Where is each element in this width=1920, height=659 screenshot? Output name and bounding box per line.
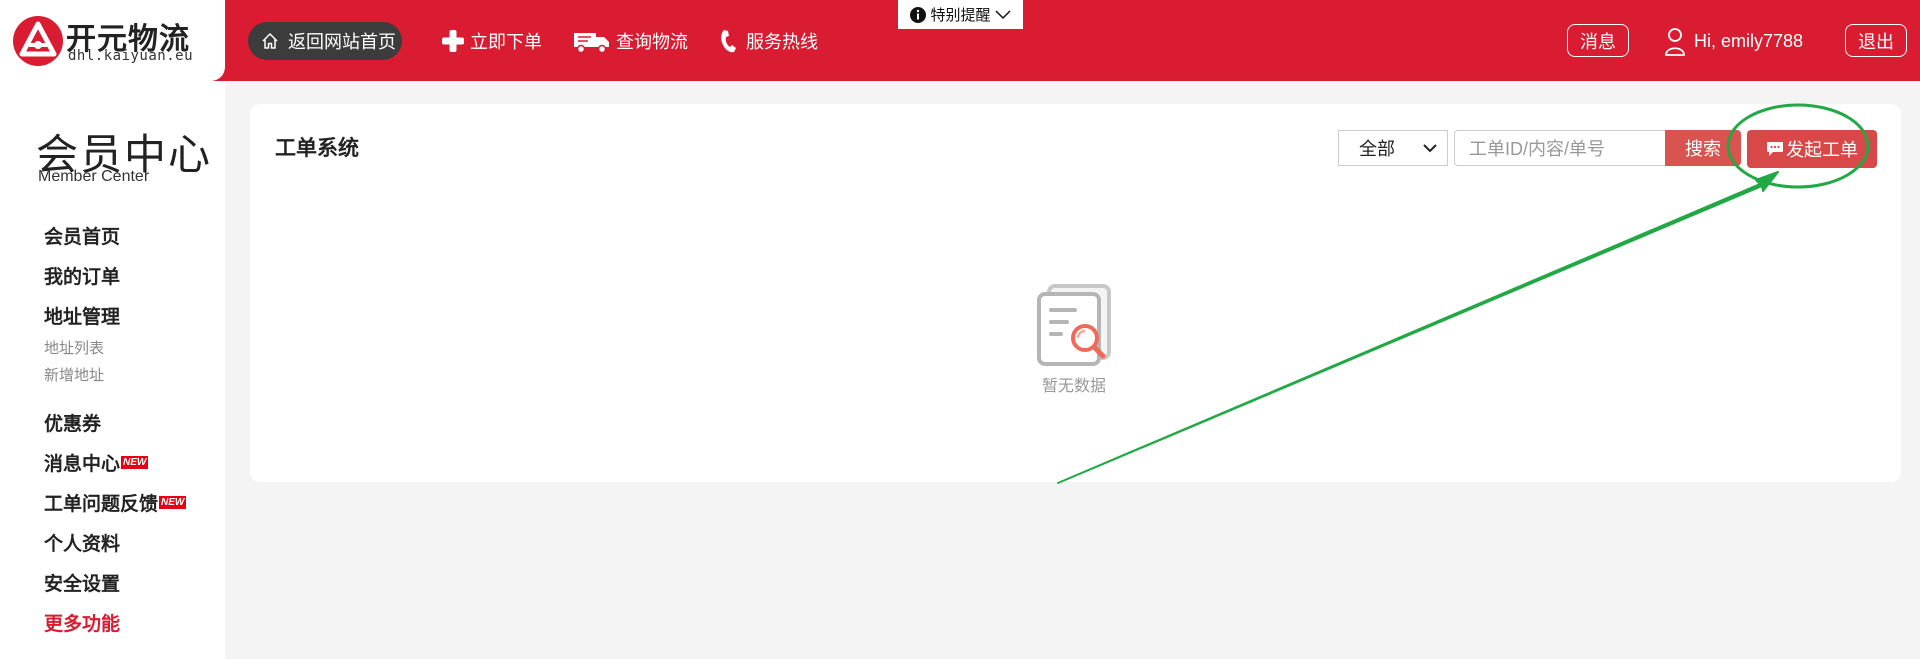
logout-button[interactable]: 退出 [1845,24,1907,57]
notice-label: 特别提醒 [930,7,991,24]
phone-icon [721,30,736,53]
special-notice-dropdown[interactable]: 特别提醒 [898,0,1023,29]
search-button[interactable]: 搜索 [1665,130,1741,166]
sidebar-item-address-management[interactable]: 地址管理 [44,302,120,329]
sidebar-item-my-orders[interactable]: 我的订单 [44,262,120,289]
empty-search-icon [1037,284,1111,366]
ticket-filter-select[interactable]: 全部 [1338,130,1448,166]
user-menu[interactable]: Hi, emily7788 [1664,25,1803,57]
sidebar-item-address-list[interactable]: 地址列表 [44,337,104,358]
truck-icon [574,33,609,54]
logo[interactable]: 开元物流 dhl.kaiyuan.eu [0,0,225,81]
sidebar-subtitle: Member Center [38,168,150,185]
plus-icon [442,30,464,52]
sidebar-item-message-center[interactable]: 消息中心 NEW [44,449,149,476]
sidebar-item-add-address[interactable]: 新增地址 [44,364,104,385]
nav-hotline-label: 服务热线 [746,32,818,52]
sidebar-item-member-home[interactable]: 会员首页 [44,222,120,249]
nav-track-label: 查询物流 [616,32,688,52]
messages-button[interactable]: 消息 [1567,24,1629,57]
chat-bubble-icon [1767,142,1783,156]
nav-hotline[interactable]: 服务热线 [718,27,818,55]
create-ticket-button[interactable]: 发起工单 [1747,130,1877,168]
nav-place-order[interactable]: 立即下单 [440,27,542,55]
home-link[interactable]: 返回网站首页 [248,22,402,60]
filter-value: 全部 [1359,139,1395,159]
empty-state-text: 暂无数据 [1042,378,1107,395]
create-ticket-label: 发起工单 [1786,140,1858,160]
page-title: 工单系统 [275,137,359,160]
user-greeting: Hi, emily7788 [1694,30,1804,51]
user-icon [1665,28,1685,56]
new-badge: NEW [121,456,149,469]
sidebar-item-security[interactable]: 安全设置 [44,569,120,596]
ticket-search-input[interactable]: 工单ID/内容/单号 [1454,130,1668,166]
top-header: 开元物流 dhl.kaiyuan.eu 返回网站首页 立即下单 查询物流 服务热… [0,0,1920,81]
sidebar-item-more[interactable]: 更多功能 [44,609,120,636]
info-icon [910,6,927,23]
ticket-panel: 工单系统 全部 工单ID/内容/单号 搜索 发起工单 暂无数据 [250,104,1901,482]
logo-icon [13,16,63,66]
brand-domain: dhl.kaiyuan.eu [68,48,194,64]
new-badge: NEW [159,496,187,509]
sidebar-item-coupons[interactable]: 优惠券 [44,409,101,436]
nav-track[interactable]: 查询物流 [572,27,688,55]
sidebar: 会员中心 Member Center 会员首页 我的订单 地址管理 地址列表 新… [0,81,225,659]
chevron-down-icon [1423,143,1437,152]
home-link-label: 返回网站首页 [288,32,396,52]
nav-place-order-label: 立即下单 [470,32,542,52]
chevron-down-icon [994,9,1011,19]
sidebar-item-profile[interactable]: 个人资料 [44,529,120,556]
sidebar-item-ticket-feedback[interactable]: 工单问题反馈 NEW [44,489,187,516]
home-icon [262,33,278,49]
